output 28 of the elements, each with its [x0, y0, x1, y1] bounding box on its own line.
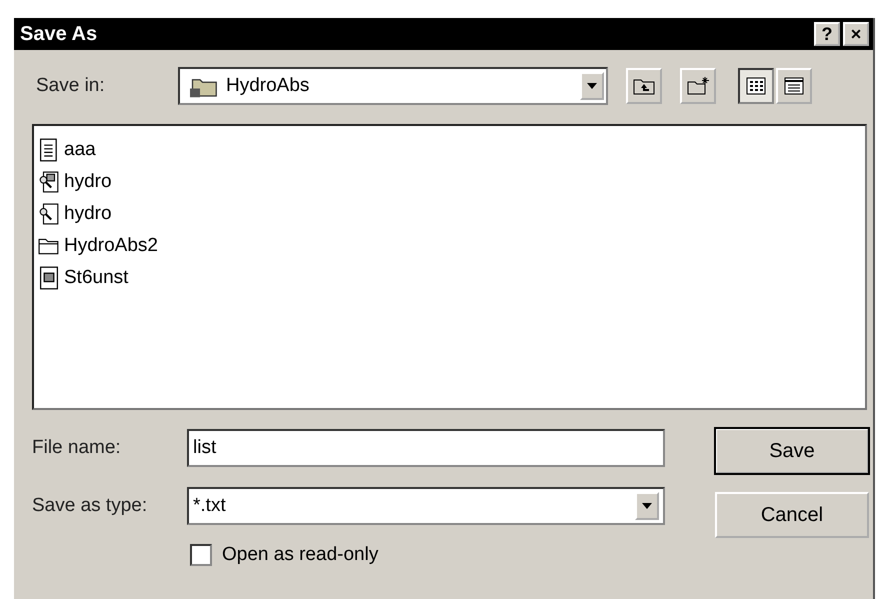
file-item[interactable]: St6unst [64, 267, 128, 289]
file-item[interactable]: hydro [64, 171, 112, 193]
file-name-label: File name: [32, 437, 122, 459]
text-file-icon [38, 138, 60, 162]
save-button[interactable]: Save [715, 428, 869, 474]
save-in-dropdown[interactable]: HydroAbs [178, 67, 608, 105]
save-as-type-label: Save as type: [32, 495, 148, 517]
save-in-label: Save in: [36, 75, 106, 97]
up-folder-button[interactable] [626, 68, 662, 104]
read-only-checkbox[interactable] [190, 544, 212, 566]
list-view-button[interactable] [738, 68, 774, 104]
save-as-type-dropdown[interactable]: *.txt [187, 487, 665, 525]
file-item[interactable]: aaa [64, 139, 96, 161]
close-button[interactable]: × [843, 22, 869, 46]
list-view-icon [746, 77, 766, 95]
details-view-icon [784, 77, 804, 95]
file-item[interactable]: HydroAbs2 [64, 235, 158, 257]
file-name-field[interactable]: list [187, 429, 665, 467]
setup-file-icon [38, 266, 60, 290]
save-in-value: HydroAbs [226, 75, 310, 97]
cancel-button[interactable]: Cancel [715, 492, 869, 538]
file-item[interactable]: hydro [64, 203, 112, 225]
details-view-button[interactable] [776, 68, 812, 104]
window-title: Save As [20, 22, 98, 46]
read-only-label: Open as read-only [222, 544, 378, 566]
new-folder-icon [686, 76, 710, 96]
new-folder-button[interactable] [680, 68, 716, 104]
help-button[interactable]: ? [814, 22, 840, 46]
